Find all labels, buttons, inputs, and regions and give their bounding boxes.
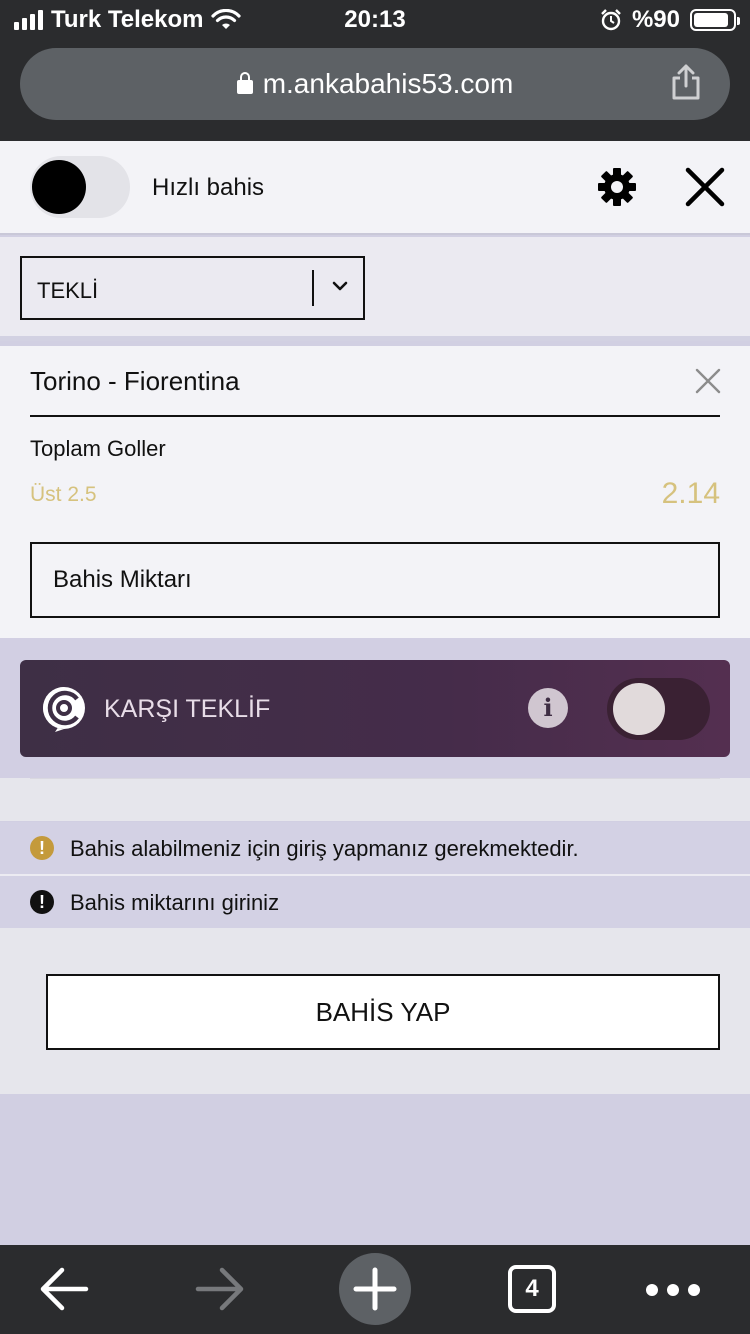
- login-warning-message: ! Bahis alabilmeniz için giriş yapmanız …: [0, 822, 750, 874]
- match-divider: [30, 415, 720, 417]
- status-right: %90: [600, 6, 740, 34]
- bet-type-section: TEKLİ: [0, 237, 750, 341]
- lock-icon: [236, 72, 253, 94]
- counter-offer-toggle[interactable]: [607, 678, 710, 740]
- login-warning-text: Bahis alabilmeniz için giriş yapmanız ge…: [70, 836, 579, 861]
- browser-top-chrome: Turk Telekom 20:13 %90 m.ankabahis53.com: [0, 0, 750, 141]
- counter-offer-section: KARŞI TEKLİF i: [0, 638, 750, 778]
- share-icon[interactable]: [670, 64, 702, 100]
- place-bet-section: BAHİS YAP: [0, 928, 750, 1094]
- section-gap: [0, 778, 750, 821]
- battery-fill: [694, 13, 729, 27]
- info-icon[interactable]: i: [528, 688, 568, 728]
- toggle-knob: [613, 683, 665, 735]
- stake-error-text: Bahis miktarını giriniz: [70, 890, 280, 915]
- plus-icon: [353, 1267, 397, 1311]
- address-bar[interactable]: m.ankabahis53.com: [20, 48, 730, 120]
- market-name: Toplam Goller: [30, 436, 166, 461]
- stake-error-message: ! Bahis miktarını giriniz: [0, 876, 750, 928]
- quick-bet-label: Hızlı bahis: [152, 174, 265, 201]
- battery-icon: [690, 9, 740, 31]
- place-bet-button[interactable]: BAHİS YAP: [46, 974, 720, 1050]
- new-tab-button[interactable]: [339, 1253, 411, 1325]
- toggle-knob: [32, 160, 86, 214]
- battery-percent: %90: [631, 6, 680, 33]
- quick-bet-toggle[interactable]: [30, 156, 130, 218]
- counter-offer-logo-icon: [43, 687, 85, 732]
- error-icon: !: [30, 890, 54, 914]
- stake-input[interactable]: [30, 542, 720, 618]
- selection-name: Üst 2.5: [30, 483, 97, 506]
- divider: [30, 778, 720, 779]
- url-display[interactable]: m.ankabahis53.com: [20, 68, 730, 100]
- back-arrow-icon[interactable]: [38, 1265, 90, 1313]
- chevron-down-icon: [332, 281, 348, 291]
- select-divider: [312, 270, 314, 306]
- bet-type-value: TEKLİ: [37, 278, 99, 303]
- bet-type-select[interactable]: TEKLİ: [20, 256, 365, 320]
- bet-selection-card: Torino - Fiorentina Toplam Goller Üst 2.…: [0, 346, 750, 638]
- tab-count-button[interactable]: 4: [508, 1265, 556, 1313]
- betslip-header: Hızlı bahis: [0, 141, 750, 235]
- status-bar: Turk Telekom 20:13 %90: [0, 0, 750, 42]
- warning-icon: !: [30, 836, 54, 860]
- alarm-icon: [601, 9, 621, 31]
- forward-arrow-icon[interactable]: [194, 1265, 246, 1313]
- counter-offer-label: KARŞI TEKLİF: [104, 695, 271, 723]
- match-title: Torino - Fiorentina: [30, 366, 240, 396]
- close-icon[interactable]: [684, 166, 726, 208]
- counter-offer-card: KARŞI TEKLİF i: [20, 660, 730, 757]
- gear-icon[interactable]: [597, 167, 637, 207]
- browser-toolbar: 4: [0, 1245, 750, 1334]
- url-text: m.ankabahis53.com: [262, 68, 514, 99]
- odds-value: 2.14: [661, 477, 720, 510]
- more-options-icon[interactable]: [645, 1283, 701, 1297]
- remove-selection-icon[interactable]: [695, 368, 721, 394]
